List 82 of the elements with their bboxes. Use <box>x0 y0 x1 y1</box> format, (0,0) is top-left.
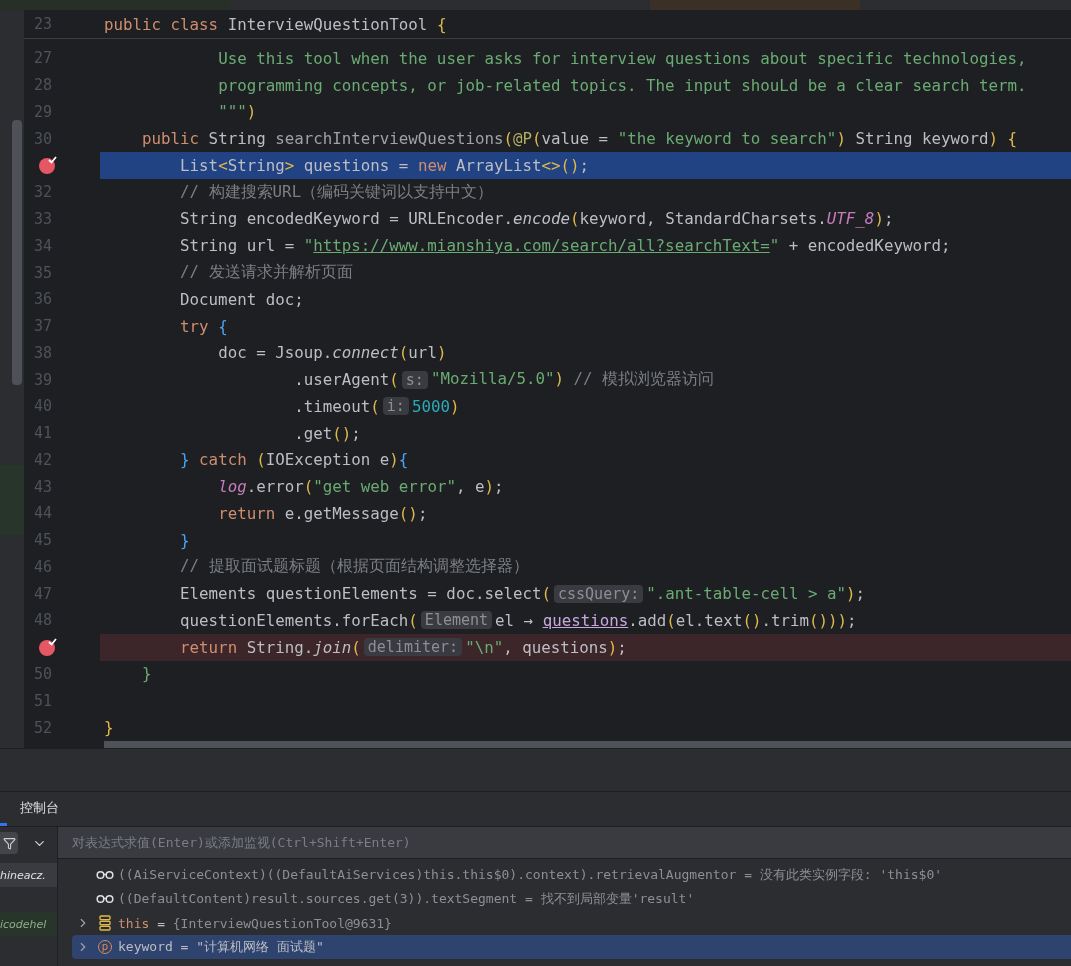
variable-row[interactable]: this = {InterviewQuestionTool@9631} <box>72 911 1071 935</box>
code-text: public String searchInterviewQuestions(@P(value = "the keyword to search") String keyword) { <box>142 129 1018 149</box>
line-number: 45 <box>32 531 52 550</box>
line-number: 33 <box>32 209 52 228</box>
code-text: // 提取面试题标题（根据页面结构调整选择器） <box>180 556 529 578</box>
code-text: "Mozilla/5.0") // 模拟浏览器访问 <box>430 369 715 391</box>
code-text: // 构建搜索URL（编码关键词以支持中文） <box>180 181 494 203</box>
line-number: 30 <box>32 129 52 148</box>
line-number: 23 <box>32 15 52 33</box>
code-text: return e.getMessage(); <box>218 503 428 523</box>
variable-row[interactable]: ((DefaultContent)result.sources.get(3)).textSegment = 找不到局部变量'result' <box>72 887 1071 911</box>
code-text: log.error("get web error", e); <box>218 477 504 497</box>
filter-icon <box>2 836 16 850</box>
stack-icon <box>99 915 111 931</box>
code-text: } <box>180 530 190 550</box>
line-number: 39 <box>32 370 52 389</box>
line-number: 38 <box>32 343 52 362</box>
line-number: 32 <box>32 183 52 202</box>
line-number: 29 <box>32 102 52 121</box>
filter-button[interactable] <box>0 832 18 854</box>
code-text: .timeout( <box>294 396 380 416</box>
code-text: String url = "https://www.mianshiya.com/search/all?searchText=" + encodedKeyword; <box>180 236 951 256</box>
line-number: 51 <box>32 691 52 710</box>
code-text: // 发送请求并解析页面 <box>180 262 353 283</box>
line-number: 44 <box>32 504 52 523</box>
line-number: 46 <box>32 557 52 576</box>
line-number: 41 <box>32 424 52 443</box>
line-number: 27 <box>32 49 52 68</box>
horizontal-scrollbar[interactable] <box>104 740 1071 748</box>
variable-text: this = {InterviewQuestionTool@9631} <box>118 915 392 931</box>
code-text: public class InterviewQuestionTool { <box>104 14 447 34</box>
line-number: 34 <box>32 236 52 255</box>
code-text: Use this tool when the user asks for interview questions about specific technologies, <box>218 48 1027 68</box>
inlay-hint: cssQuery: <box>554 584 644 603</box>
code-text: 5000) <box>411 396 460 416</box>
code-text: Elements questionElements = doc.select( <box>180 584 551 604</box>
code-text: } catch (IOException e){ <box>180 450 409 470</box>
code-text: .get(); <box>294 423 361 443</box>
line-number: 40 <box>32 397 52 416</box>
expression-field[interactable]: 对表达式求值(Enter)或添加监视(Ctrl+Shift+Enter) <box>58 827 1071 859</box>
inlay-hint: Element <box>420 611 493 630</box>
glasses-icon <box>96 894 114 904</box>
console-tab[interactable]: 控制台 <box>0 792 59 826</box>
variable-row[interactable]: ((AiServiceContext)((DefaultAiServices)this.this$0).context).retrievalAugmentor = 没有此类实例字段: 'this$0' <box>72 863 1071 887</box>
variable-text: keyword = "计算机网络 面试题" <box>118 938 324 956</box>
stack-frame[interactable]: hineacz. <box>0 863 57 887</box>
code-text: try { <box>180 316 228 336</box>
code-text: """) <box>218 102 257 122</box>
line-number: 37 <box>32 317 52 336</box>
inlay-hint: s: <box>401 370 428 389</box>
line-number: 43 <box>32 477 52 496</box>
line-number: 28 <box>32 76 52 95</box>
code-text: Document doc; <box>180 289 304 309</box>
line-number: 36 <box>32 290 52 309</box>
glasses-icon <box>96 870 114 880</box>
code-text: } <box>142 664 152 684</box>
code-text: List<String> questions = new ArrayList<>(); <box>180 155 590 175</box>
variable-text: ((DefaultContent)result.sources.get(3)).textSegment = 找不到局部变量'result' <box>118 890 695 908</box>
code-text: doc = Jsoup.connect(url) <box>218 343 447 363</box>
breakpoint-icon[interactable] <box>38 155 58 176</box>
line-number: 42 <box>32 450 52 469</box>
line-number: 52 <box>32 718 52 737</box>
variable-row[interactable]: p keyword = "计算机网络 面试题" <box>72 935 1071 959</box>
code-text: el → questions.add(el.text().trim())); <box>495 610 857 630</box>
code-text: "\n", questions); <box>465 637 627 657</box>
code-text: } <box>104 718 114 737</box>
code-text: questionElements.forEach( <box>180 610 418 630</box>
line-number: 48 <box>32 611 52 630</box>
inlay-hint: i: <box>382 397 409 416</box>
line-number: 47 <box>32 584 52 603</box>
code-text: return String.join( <box>180 637 361 657</box>
code-text: programming concepts, or job-related topics. The input shouLd be a clear search term. <box>218 75 1027 95</box>
stack-frame[interactable]: icodehel <box>0 912 57 936</box>
selected-tab-underline <box>0 823 7 826</box>
code-text: String encodedKeyword = URLEncoder.encode(keyword, StandardCharsets.UTF_8); <box>180 209 894 229</box>
line-number: 50 <box>32 665 52 683</box>
code-text: ".ant-table-cell > a"); <box>646 584 866 604</box>
inlay-hint: delimiter: <box>363 638 463 657</box>
variable-text: ((AiServiceContext)((DefaultAiServices)this.this$0).context).retrievalAugmentor = 没有此类实例字段: 'this$0' <box>118 866 943 884</box>
code-text: .userAgent( <box>294 370 399 390</box>
line-number: 35 <box>32 263 52 282</box>
breakpoint-icon[interactable] <box>38 637 58 658</box>
